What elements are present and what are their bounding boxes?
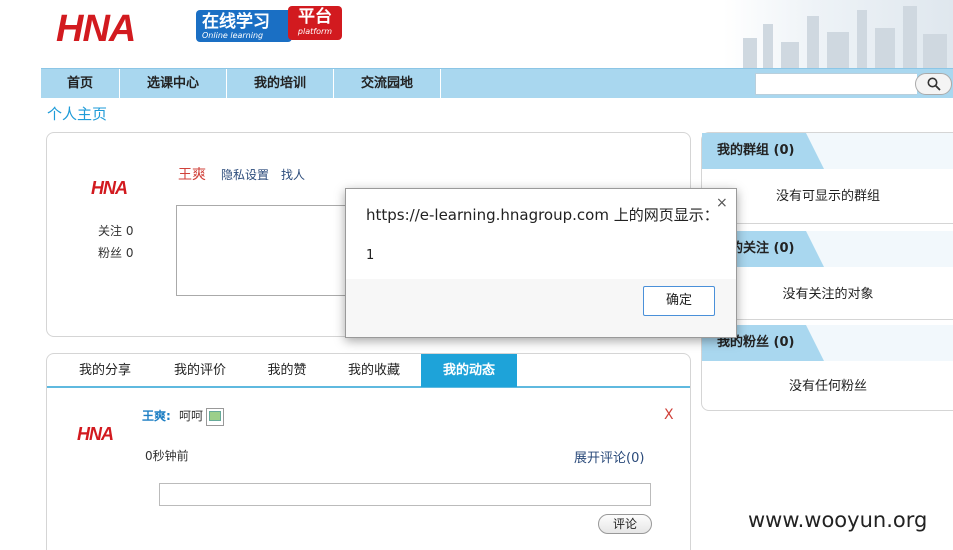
badge2-en: platform [297, 27, 333, 36]
close-icon[interactable]: × [716, 195, 728, 211]
following-header: 我的关注 (0) [702, 231, 953, 267]
hna-logo[interactable]: HNA [56, 8, 136, 51]
tab-bar: 我的分享 我的评价 我的赞 我的收藏 我的动态 [47, 354, 690, 388]
badge-zh: 在线学习 [202, 12, 270, 32]
tab-my-reviews[interactable]: 我的评价 [157, 354, 243, 388]
nav-home[interactable]: 首页 [41, 69, 120, 98]
feed-text: 呵呵 [179, 409, 204, 423]
nav-community[interactable]: 交流园地 [334, 69, 441, 98]
comment-button[interactable]: 评论 [598, 514, 652, 534]
groups-header: 我的群组 (0) [702, 133, 953, 169]
site-header: HNA 在线学习 Online learning 平台 platform [0, 0, 953, 68]
search-button[interactable] [915, 73, 952, 95]
dialog-message: 1 [366, 248, 375, 263]
activity-panel: 我的分享 我的评价 我的赞 我的收藏 我的动态 HNA 王爽: 呵呵 X 0秒钟… [46, 353, 691, 550]
online-learning-badge: 在线学习 Online learning [196, 10, 292, 42]
post-time: 0秒钟前 [145, 449, 189, 463]
groups-title[interactable]: 我的群组 (0) [717, 133, 794, 169]
feed-author[interactable]: 王爽: [142, 407, 171, 424]
following-empty-text: 没有关注的对象 [782, 287, 874, 302]
groups-empty-text: 没有可显示的群组 [775, 189, 880, 204]
user-avatar[interactable]: HNA [91, 178, 128, 199]
feed-avatar[interactable]: HNA [77, 424, 114, 445]
feed-avatar-logo-text: HNA [77, 424, 114, 444]
nav-my-training[interactable]: 我的培训 [227, 69, 334, 98]
delete-post-button[interactable]: X [664, 407, 674, 423]
divider [702, 223, 953, 224]
fans-empty-text: 没有任何粉丝 [788, 379, 867, 394]
header-skyline-image [723, 0, 953, 68]
platform-badge: 平台 platform [288, 6, 342, 40]
tab-my-shares[interactable]: 我的分享 [62, 354, 148, 388]
expand-comments-link[interactable]: 展开评论(0) [574, 447, 644, 466]
tab-my-activity[interactable]: 我的动态 [421, 354, 517, 387]
search-input[interactable] [755, 73, 917, 95]
logo-text: HNA [56, 8, 136, 50]
badge-en: Online learning [202, 31, 264, 40]
find-people-link[interactable]: 找人 [281, 166, 305, 183]
divider [702, 319, 953, 320]
avatar-logo-text: HNA [91, 178, 128, 198]
broken-image-icon [206, 408, 224, 426]
watermark: www.wooyun.org [748, 508, 928, 532]
page-title: 个人主页 [47, 105, 108, 123]
sidebar-panel: 我的群组 (0) 没有可显示的群组 我的关注 (0) 没有关注的对象 我的粉丝 … [701, 132, 953, 411]
following-count[interactable]: 关注 0 [98, 222, 133, 239]
badge2-zh: 平台 [298, 7, 332, 27]
ok-button[interactable]: 确定 [643, 286, 715, 316]
comment-input[interactable] [159, 483, 651, 506]
tab-my-favorites[interactable]: 我的收藏 [332, 354, 416, 388]
user-name: 王爽 [178, 167, 206, 183]
nav-course-center[interactable]: 选课中心 [120, 69, 227, 98]
privacy-settings-link[interactable]: 隐私设置 [221, 166, 269, 183]
main-nav: 首页 选课中心 我的培训 交流园地 [41, 68, 953, 98]
search-icon [927, 77, 941, 91]
fans-header: 我的粉丝 (0) [702, 325, 953, 361]
tab-my-likes[interactable]: 我的赞 [252, 354, 322, 388]
fans-count[interactable]: 粉丝 0 [98, 244, 133, 261]
dialog-title: https://e-learning.hnagroup.com 上的网页显示： [366, 206, 719, 224]
alert-dialog: https://e-learning.hnagroup.com 上的网页显示： … [345, 188, 737, 338]
